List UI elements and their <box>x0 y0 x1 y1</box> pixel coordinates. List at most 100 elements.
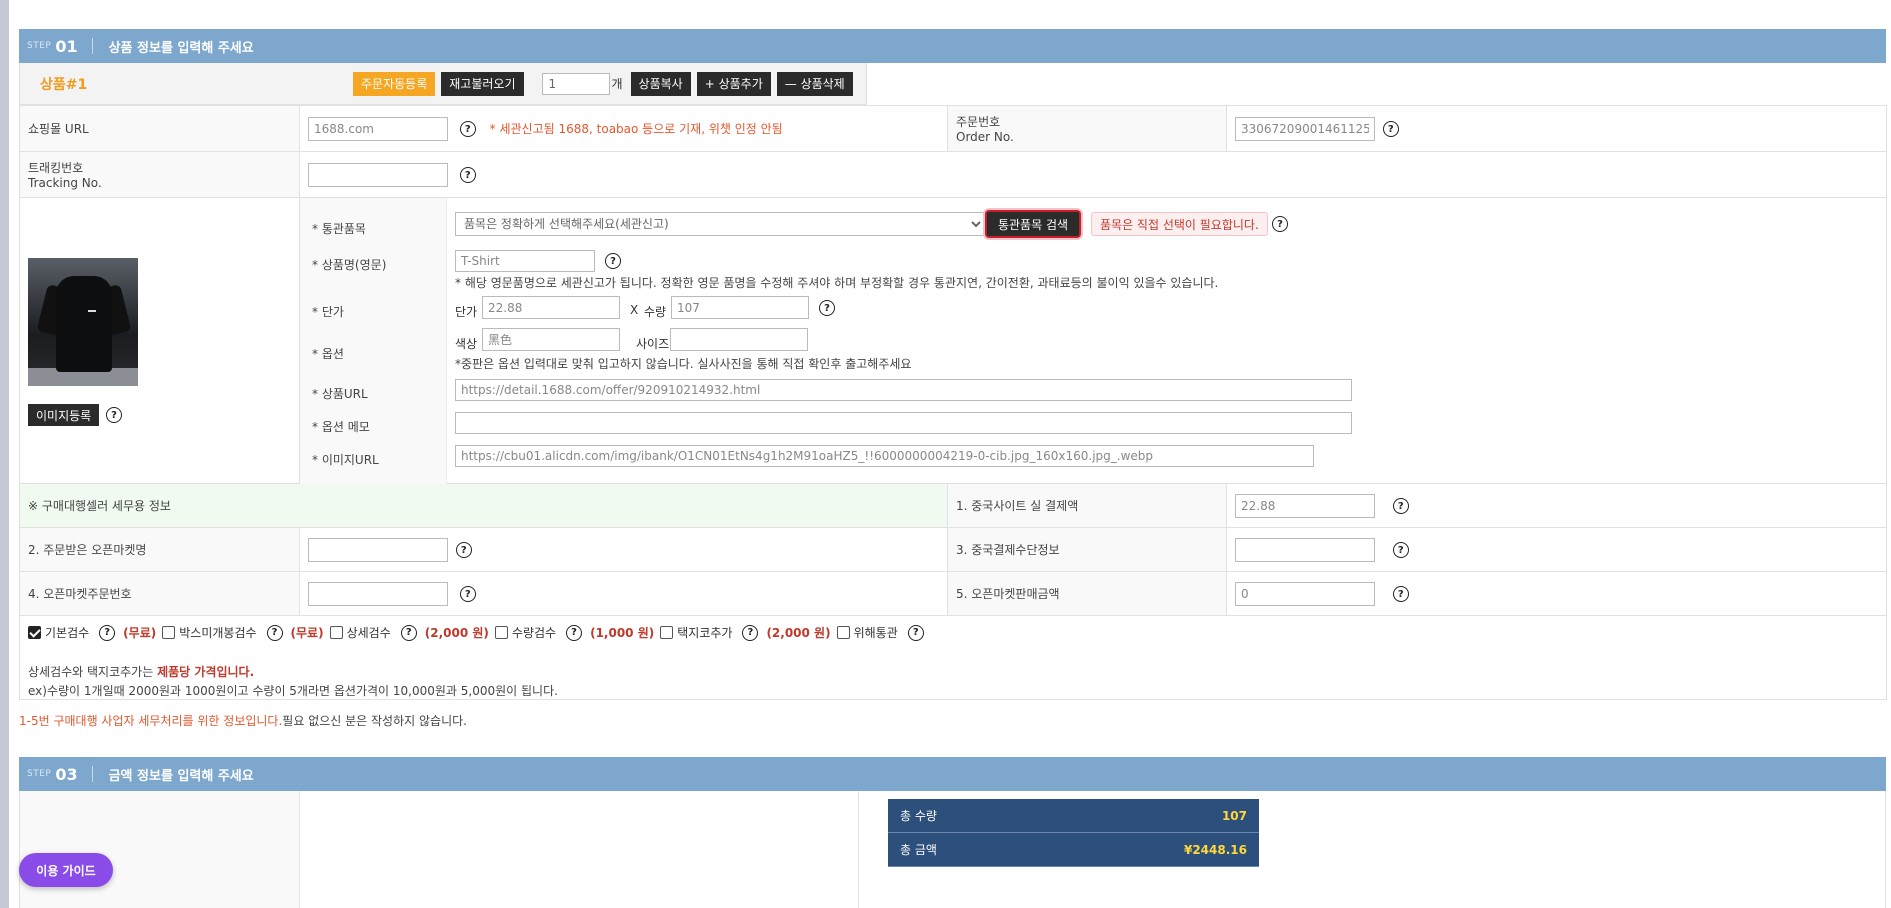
inspection-options: 기본검수 ? (무료) 박스미개봉검수 ? (무료) 상세검수 ? (2,000… <box>28 624 1878 641</box>
order-no-label-ko: 주문번호 <box>956 115 1001 129</box>
english-name-help-icon[interactable]: ? <box>605 253 621 269</box>
step1-tag: STEP <box>27 41 52 51</box>
add-product-button[interactable]: + 상품추가 <box>696 71 771 96</box>
customs-warning-badge: 품목은 직접 선택이 필요합니다. <box>1091 212 1268 236</box>
basic-inspection-label: 기본검수 <box>45 626 90 640</box>
product-url-label: * 상품URL <box>312 387 368 401</box>
shop-url-note: * 세관신고됨 1688, toabao 등으로 기재, 위챗 인정 안됨 <box>489 121 783 136</box>
market-order-cell: ? <box>299 571 948 616</box>
color-prefix: 색상 <box>455 337 478 351</box>
box-inspection-price: (무료) <box>290 626 324 640</box>
step3-body: 총 수량 107 총 금액 ¥2448.16 <box>19 791 1886 908</box>
tax-footnote-rest: 필요 없으신 분은 작성하지 않습니다. <box>282 714 467 728</box>
tag-checkbox[interactable] <box>660 626 674 639</box>
customs-search-button[interactable]: 통관품목 검색 <box>985 210 1081 238</box>
order-no-label: 주문번호 Order No. <box>947 105 1227 152</box>
customs-label: * 통관품목 <box>312 222 366 236</box>
detail-inspection-checkbox[interactable] <box>329 626 343 639</box>
customs-help-icon[interactable]: ? <box>1272 216 1288 232</box>
order-no-help-icon[interactable]: ? <box>1382 121 1399 137</box>
usage-guide-button[interactable]: 이용 가이드 <box>19 853 113 887</box>
english-name-label: * 상품명(영문) <box>312 258 387 272</box>
unit-price-input[interactable] <box>482 296 620 319</box>
shop-url-row: 쇼핑몰 URL ? * 세관신고됨 1688, toabao 등으로 기재, 위… <box>19 105 1887 152</box>
qty-inspection-checkbox[interactable] <box>494 626 508 639</box>
china-pay-cell: ? <box>1226 483 1887 528</box>
basic-inspection-checkbox[interactable] <box>28 626 41 639</box>
market-name-input[interactable] <box>308 537 448 562</box>
english-name-note: * 해당 영문품명으로 세관신고가 됩니다. 정확한 영문 품명을 수정해 주셔… <box>455 276 1219 290</box>
market-order-input[interactable] <box>308 581 448 606</box>
tax-footnote: 1-5번 구매대행 사업자 세무처리를 위한 정보입니다.필요 없으신 분은 작… <box>19 712 1886 729</box>
image-help-icon[interactable]: ? <box>106 407 122 423</box>
china-method-label: 3. 중국결제수단정보 <box>947 527 1227 572</box>
market-price-input[interactable] <box>1235 581 1375 606</box>
market-name-help-icon[interactable]: ? <box>455 542 472 558</box>
shop-url-help-icon[interactable]: ? <box>459 121 476 137</box>
size-prefix: 사이즈 <box>636 337 670 351</box>
quantity-unit: 개 <box>611 77 623 91</box>
detail-inspection-help-icon[interactable]: ? <box>400 624 417 641</box>
quantity-input[interactable] <box>671 296 809 319</box>
auto-order-button[interactable]: 주문자동등록 <box>353 71 436 96</box>
china-pay-label: 1. 중국사이트 실 결제액 <box>947 483 1227 528</box>
quantity-help-icon[interactable]: ? <box>819 300 835 316</box>
size-input[interactable] <box>670 328 808 351</box>
basic-inspection-option[interactable]: 기본검수 ? (무료) <box>28 624 162 641</box>
image-url-input[interactable] <box>455 445 1314 467</box>
box-inspection-help-icon[interactable]: ? <box>266 624 283 641</box>
china-pay-input[interactable] <box>1235 493 1375 518</box>
market-price-cell: ? <box>1226 571 1887 616</box>
stock-load-button[interactable]: 재고불러오기 <box>441 71 524 96</box>
order-no-label-en: Order No. <box>956 130 1014 144</box>
delete-product-button[interactable]: — 상품삭제 <box>776 71 853 96</box>
copy-quantity-input[interactable] <box>541 72 610 95</box>
tag-option[interactable]: 택지코추가 ? (2,000 원) <box>660 624 836 641</box>
step1-header: STEP 01 상품 정보를 입력해 주세요 <box>19 29 1886 63</box>
left-scroll-strip <box>0 0 9 908</box>
basic-inspection-help-icon[interactable]: ? <box>99 624 116 641</box>
total-amount-value: ¥2448.16 <box>1183 842 1247 857</box>
copy-product-button[interactable]: 상품복사 <box>630 71 691 96</box>
china-method-cell: ? <box>1226 527 1887 572</box>
image-register-button[interactable]: 이미지등록 <box>28 404 100 426</box>
box-inspection-option[interactable]: 박스미개봉검수 ? (무료) <box>162 624 329 641</box>
box-inspection-checkbox[interactable] <box>162 626 176 639</box>
tracking-help-icon[interactable]: ? <box>459 167 476 183</box>
market-order-label: 4. 오픈마켓주문번호 <box>19 571 300 616</box>
tshirt-logo-icon <box>88 310 96 316</box>
basic-inspection-price: (무료) <box>123 626 157 640</box>
option-memo-input[interactable] <box>455 412 1352 434</box>
hazard-option[interactable]: 위해통관 ? <box>836 624 924 641</box>
product-header: 상품#1 주문자동등록 재고불러오기 개 상품복사 + 상품추가 — 상품삭제 <box>19 63 867 105</box>
qty-inspection-option[interactable]: 수량검수 ? (1,000 원) <box>494 624 660 641</box>
product-detail-row: 이미지등록 ? * 통관품목 품목은 정확하게 선택해주세요(세관신고) 통관품… <box>19 197 1887 484</box>
china-method-input[interactable] <box>1235 537 1375 562</box>
tracking-label-en: Tracking No. <box>28 176 102 190</box>
hazard-label: 위해통관 <box>853 626 898 640</box>
detail-inspection-option[interactable]: 상세검수 ? (2,000 원) <box>329 624 495 641</box>
order-form: STEP 01 상품 정보를 입력해 주세요 상품#1 주문자동등록 재고불러오… <box>19 29 1887 908</box>
english-name-input[interactable] <box>455 250 595 272</box>
color-input[interactable] <box>482 328 620 351</box>
market-price-help-icon[interactable]: ? <box>1392 586 1409 602</box>
shop-url-input[interactable] <box>308 116 448 141</box>
tag-help-icon[interactable]: ? <box>742 624 759 641</box>
china-pay-help-icon[interactable]: ? <box>1392 498 1409 514</box>
customs-category-select[interactable]: 품목은 정확하게 선택해주세요(세관신고) <box>455 212 985 236</box>
product-url-input[interactable] <box>455 379 1352 401</box>
product-thumbnail <box>28 258 138 386</box>
step3-divider <box>91 766 93 782</box>
order-no-input[interactable] <box>1235 116 1375 141</box>
qty-inspection-help-icon[interactable]: ? <box>566 624 583 641</box>
tracking-input[interactable] <box>308 162 448 187</box>
tag-price: (2,000 원) <box>766 626 831 640</box>
option-label: * 옵션 <box>312 347 344 361</box>
market-order-help-icon[interactable]: ? <box>459 586 476 602</box>
product-name: 상품#1 <box>40 76 88 93</box>
tracking-label-ko: 트래킹번호 <box>28 161 84 175</box>
china-method-help-icon[interactable]: ? <box>1392 542 1409 558</box>
hazard-help-icon[interactable]: ? <box>907 624 924 641</box>
unit-price-label: * 단가 <box>312 305 344 319</box>
hazard-checkbox[interactable] <box>836 626 850 639</box>
